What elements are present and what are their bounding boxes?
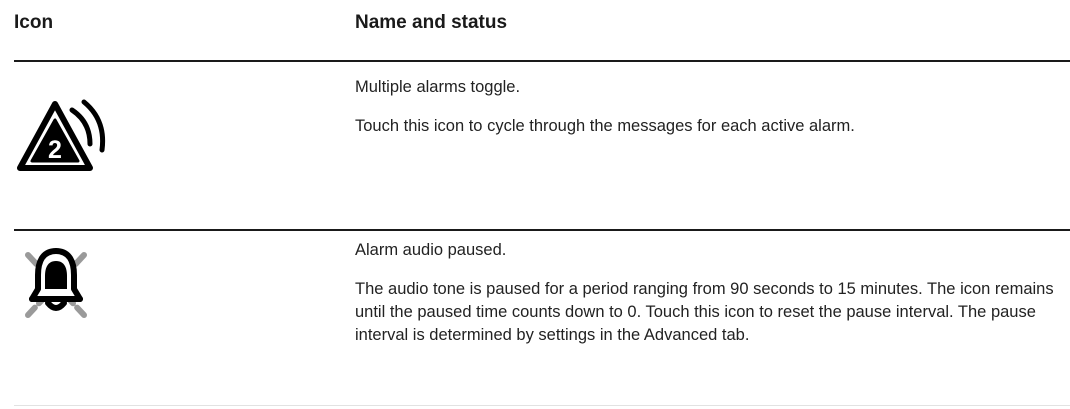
alarm-audio-paused-icon[interactable]: [14, 243, 114, 323]
row-name: Multiple alarms toggle.: [355, 78, 521, 96]
row-text-cell: Multiple alarms toggle. Touch this icon …: [355, 76, 1055, 138]
multiple-alarms-icon[interactable]: 2: [14, 98, 114, 178]
table-row: Alarm audio paused. The audio tone is pa…: [0, 231, 1070, 409]
column-header-name-status: Name and status: [355, 12, 508, 33]
row-text-cell: Alarm audio paused. The audio tone is pa…: [355, 239, 1055, 347]
row-name: Alarm audio paused.: [355, 241, 507, 259]
table-row: 2 Multiple alarms toggle. Touch this ico…: [0, 62, 1070, 230]
table-bottom-divider: [14, 405, 1070, 406]
column-header-icon: Icon: [14, 12, 54, 33]
svg-text:2: 2: [48, 136, 62, 164]
row-status: Touch this icon to cycle through the mes…: [355, 117, 855, 135]
table-header: Icon Name and status: [0, 0, 1070, 62]
row-status: The audio tone is paused for a period ra…: [355, 280, 1054, 344]
